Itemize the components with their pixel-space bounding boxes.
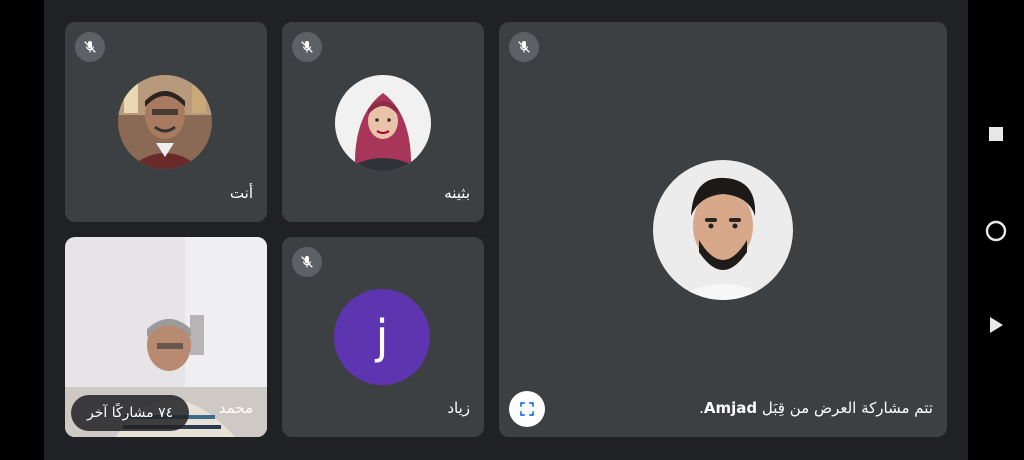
meeting-stage: أنت بثينه تتم مشاركة العرض من قِبَل Amja… <box>44 0 968 460</box>
participant-name: أنت <box>229 184 253 202</box>
circle-icon <box>985 220 1007 242</box>
others-count: ٧٤ مشاركًا آخر <box>87 405 174 421</box>
home-button[interactable] <box>984 219 1008 247</box>
square-icon <box>989 127 1003 141</box>
avatar-bothaina <box>335 75 431 171</box>
recents-button[interactable] <box>988 126 1004 146</box>
participant-tile-amjad[interactable]: تتم مشاركة العرض من قِبَل Amjad. <box>499 22 947 437</box>
fullscreen-icon <box>520 402 534 416</box>
mic-off-icon <box>292 32 322 62</box>
mic-off-icon <box>292 247 322 277</box>
participant-name: زياد <box>447 399 470 417</box>
participant-tile-ziad[interactable]: j زياد <box>282 237 484 437</box>
mic-off-icon <box>75 32 105 62</box>
participant-name: محمد <box>218 399 253 417</box>
presenting-label: تتم مشاركة العرض من قِبَل Amjad. <box>699 399 933 417</box>
participant-tile-you[interactable]: أنت <box>65 22 267 222</box>
back-button[interactable] <box>988 316 1004 338</box>
avatar-you <box>118 75 212 169</box>
avatar-initial-ziad: j <box>334 289 430 385</box>
android-nav-bar <box>968 0 1024 460</box>
presenting-text: تتم مشاركة العرض من قِبَل <box>761 399 933 417</box>
triangle-icon <box>990 317 1003 333</box>
mic-off-icon <box>509 32 539 62</box>
other-participants-chip[interactable]: ٧٤ مشاركًا آخر <box>71 395 190 431</box>
participant-name: بثينه <box>444 184 470 202</box>
left-black-bar <box>0 0 44 460</box>
avatar-amjad <box>653 160 793 300</box>
presenter-name: Amjad <box>703 399 758 417</box>
fullscreen-button[interactable] <box>509 391 545 427</box>
participant-tile-mohammed[interactable]: ٧٤ مشاركًا آخر محمد <box>65 237 267 437</box>
participant-tile-bothaina[interactable]: بثينه <box>282 22 484 222</box>
